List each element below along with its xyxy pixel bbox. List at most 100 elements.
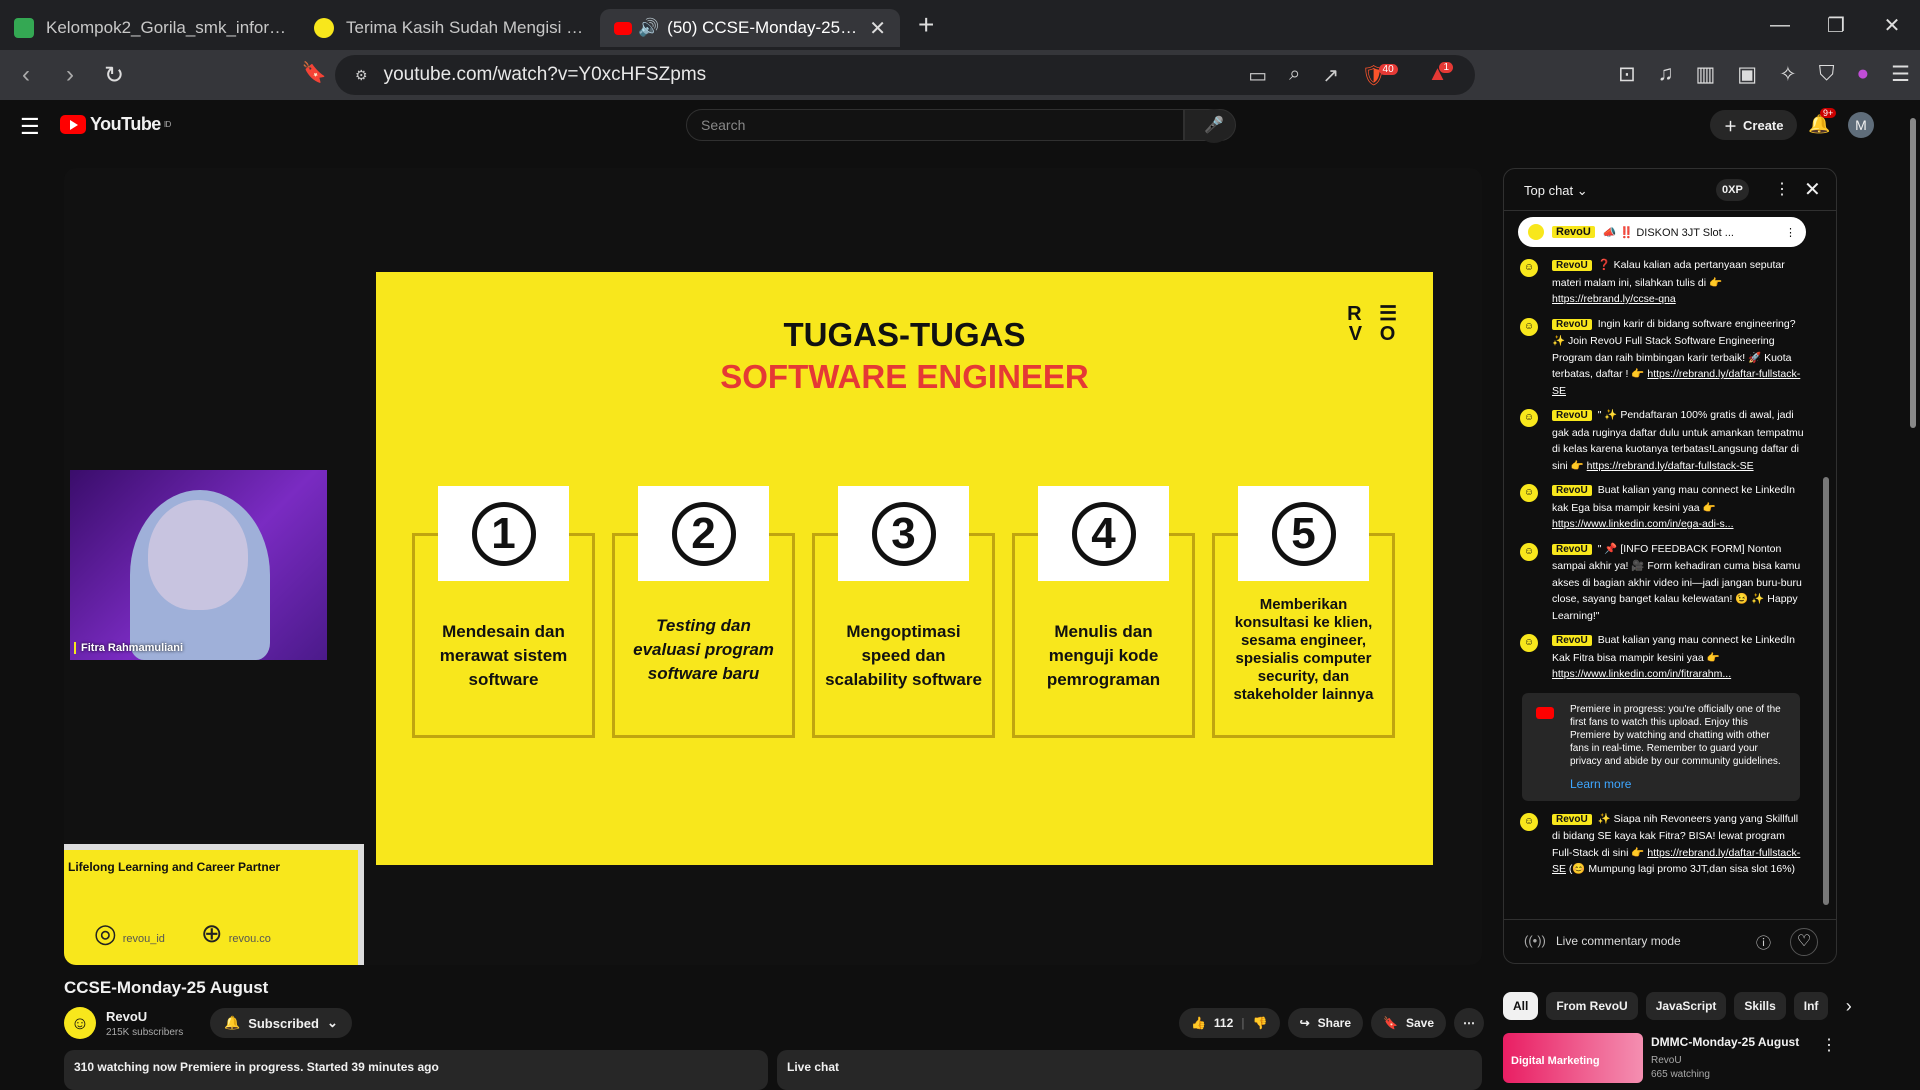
thumbs-down-icon[interactable]: 👎	[1253, 1016, 1268, 1030]
banner-tagline: Lifelong Learning and Career Partner	[68, 860, 281, 874]
heart-reaction-button[interactable]: ♡	[1790, 928, 1818, 956]
more-icon: ⋯	[1463, 1016, 1475, 1030]
subscribed-button[interactable]: 🔔 Subscribed ⌄	[210, 1008, 352, 1038]
cast-icon[interactable]: ▭	[1248, 63, 1267, 88]
chat-scrollbar[interactable]	[1822, 219, 1830, 909]
task-card-1: 1 Mendesain dan merawat sistem software	[412, 486, 595, 738]
message-author[interactable]: RevoU	[1552, 260, 1592, 271]
search-input[interactable]: Search	[686, 109, 1184, 141]
vpn-icon[interactable]: ⛉	[1819, 62, 1835, 87]
description-box[interactable]: 310 watching now Premiere in progress. S…	[64, 1050, 768, 1090]
recommended-title[interactable]: DMMC-Monday-25 August	[1651, 1035, 1799, 1049]
chip-all[interactable]: All	[1503, 992, 1539, 1020]
share-icon[interactable]: ↗	[1322, 63, 1339, 88]
forward-icon[interactable]: ›	[52, 61, 88, 89]
minimize-icon[interactable]: —	[1752, 14, 1808, 37]
message-author[interactable]: RevoU	[1552, 485, 1592, 496]
message-author[interactable]: RevoU	[1552, 318, 1592, 330]
browser-tab-1[interactable]: Kelompok2_Gorila_smk_informatika.x	[0, 9, 300, 47]
xp-badge[interactable]: 0XP	[1716, 179, 1749, 201]
subscriber-count: 215K subscribers	[106, 1027, 184, 1038]
profile-icon[interactable]: ●	[1856, 62, 1869, 87]
pinned-message[interactable]: RevoU 📣 ‼️ DISKON 3JT Slot ... ⋮	[1518, 217, 1806, 247]
like-button[interactable]: 👍 112 | 👎	[1178, 1008, 1280, 1038]
message-link[interactable]: https://rebrand.ly/daftar-fullstack-SE	[1587, 460, 1754, 472]
pinned-more-icon[interactable]: ⋮	[1785, 226, 1796, 239]
save-button[interactable]: 🔖 Save	[1371, 1008, 1446, 1038]
message-link[interactable]: https://www.linkedin.com/in/fitrarahm...	[1552, 668, 1731, 680]
more-actions-button[interactable]: ⋯	[1454, 1008, 1484, 1038]
chevron-down-icon: ⌄	[1576, 183, 1588, 198]
menu-icon[interactable]: ☰	[1891, 62, 1910, 87]
recommended-channel[interactable]: RevoU	[1651, 1055, 1682, 1066]
chat-messages: ☺ RevoU ❓ Kalau kalian ada pertanyaan sep…	[1504, 253, 1818, 882]
account-avatar[interactable]: M	[1848, 112, 1874, 138]
video-player[interactable]: R ☰ V O TUGAS-TUGAS SOFTWARE ENGINEER 1 M…	[64, 168, 1482, 965]
thumbs-up-icon: 👍	[1190, 1016, 1206, 1030]
chip-inf[interactable]: Inf	[1793, 992, 1828, 1020]
top-chat-dropdown[interactable]: Top chat ⌄	[1524, 183, 1588, 199]
chevron-down-icon: ⌄	[326, 1015, 338, 1030]
wallet-icon[interactable]: ▣	[1737, 62, 1757, 87]
guide-menu-icon[interactable]: ☰	[20, 114, 40, 140]
chip-skills[interactable]: Skills	[1734, 992, 1786, 1020]
channel-row: ☺ RevoU 215K subscribers 🔔 Subscribed ⌄ …	[64, 1007, 1484, 1043]
message-link[interactable]: https://www.linkedin.com/in/ega-adi-s...	[1552, 518, 1734, 530]
like-count: 112	[1213, 1016, 1234, 1030]
message-author[interactable]: RevoU	[1552, 543, 1592, 555]
close-chat-icon[interactable]: ✕	[1804, 177, 1821, 202]
youtube-icon	[614, 21, 632, 35]
youtube-logo[interactable]: YouTube ID	[60, 114, 171, 135]
page-scrollbar[interactable]	[1906, 100, 1920, 1080]
screenshot-icon[interactable]: ⊡	[1618, 62, 1636, 87]
task-text: Mendesain dan merawat sistem software	[439, 622, 568, 689]
chat-header: Top chat ⌄ 0XP ⋮ ✕	[1504, 169, 1836, 211]
channel-avatar[interactable]: ☺	[64, 1007, 96, 1039]
chat-message: ☺ RevoU Ingin karir di bidang software en…	[1504, 312, 1818, 404]
new-tab-button[interactable]: +	[918, 9, 934, 41]
channel-name[interactable]: RevoU	[106, 1009, 147, 1024]
video-thumbnail[interactable]: Digital Marketing	[1503, 1033, 1643, 1083]
more-icon[interactable]: ⋮	[1821, 1035, 1837, 1055]
chat-mode-label: Top chat	[1524, 183, 1574, 198]
browser-tab-2[interactable]: Terima Kasih Sudah Mengisi Form Ke	[300, 9, 600, 47]
sidebar-icon[interactable]: ▥	[1695, 62, 1715, 87]
message-link[interactable]: https://rebrand.ly/ccse-qna	[1552, 293, 1676, 305]
zoom-icon[interactable]: ⌕	[1289, 63, 1300, 88]
subscribed-label: Subscribed	[248, 1015, 319, 1031]
speaker-icon[interactable]: 🔊	[638, 18, 659, 38]
learn-more-link[interactable]: Learn more	[1570, 777, 1788, 791]
voice-search-button[interactable]: 🎤	[1197, 109, 1231, 143]
region-code: ID	[163, 120, 172, 129]
chip-javascript[interactable]: JavaScript	[1645, 992, 1727, 1020]
task-card-2: 2 Testing dan evaluasi program software …	[612, 486, 795, 738]
notifications-button[interactable]: 🔔 9+	[1808, 108, 1837, 135]
close-window-icon[interactable]: ✕	[1864, 13, 1920, 38]
browser-tab-3[interactable]: 🔊 (50) CCSE-Monday-25 August ✕	[600, 9, 900, 47]
message-author[interactable]: RevoU	[1552, 813, 1592, 825]
recommended-video[interactable]: Digital Marketing DMMC-Monday-25 August …	[1503, 1033, 1837, 1083]
create-button[interactable]: ＋ Create	[1710, 110, 1798, 140]
music-icon[interactable]: ♫	[1658, 62, 1674, 87]
bookmark-icon[interactable]: 🔖	[296, 60, 332, 85]
message-author[interactable]: RevoU	[1552, 410, 1592, 421]
site-settings-icon[interactable]: ⚙	[355, 67, 368, 84]
share-button[interactable]: ↪ Share	[1287, 1008, 1364, 1038]
close-tab-icon[interactable]: ✕	[869, 16, 886, 41]
chip-from-revou[interactable]: From RevoU	[1546, 992, 1638, 1020]
brave-shield-icon[interactable]: 🛡40	[1361, 63, 1406, 88]
broadcast-icon: ((•))	[1524, 933, 1546, 948]
address-bar[interactable]: ⚙ youtube.com/watch?v=Y0xcHFSZpms ▭ ⌕ ↗ …	[335, 55, 1475, 95]
back-icon[interactable]: ‹	[8, 61, 44, 89]
chevron-right-icon[interactable]: ›	[1846, 996, 1852, 1017]
reload-icon[interactable]: ↻	[96, 61, 132, 90]
info-icon[interactable]: ⓘ	[1756, 932, 1771, 953]
watching-status: 310 watching now Premiere in progress. S…	[74, 1060, 439, 1074]
message-author[interactable]: RevoU	[1552, 635, 1592, 646]
leo-ai-icon[interactable]: ✧	[1779, 62, 1797, 87]
rewards-icon[interactable]: ▲1	[1428, 62, 1461, 88]
speaker-name: Fitra Rahmamuliani	[74, 642, 183, 654]
restore-icon[interactable]: ❐	[1808, 13, 1864, 38]
chat-more-icon[interactable]: ⋮	[1774, 179, 1790, 199]
live-chat-replay-box[interactable]: Live chat	[777, 1050, 1482, 1090]
